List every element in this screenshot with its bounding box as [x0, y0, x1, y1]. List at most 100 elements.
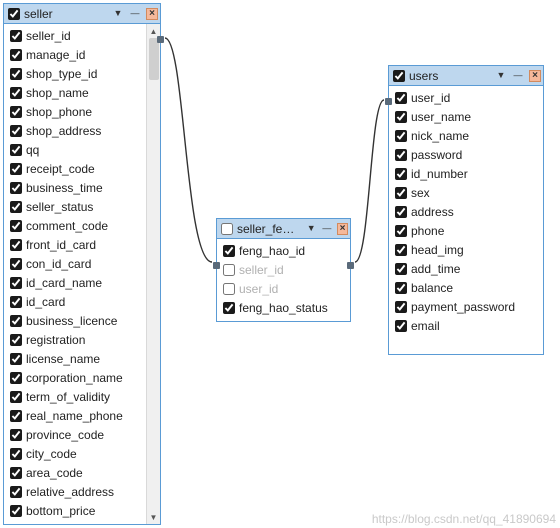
column-row[interactable]: password: [391, 145, 541, 164]
column-row[interactable]: id_number: [391, 164, 541, 183]
column-checkbox[interactable]: [395, 168, 407, 180]
column-row[interactable]: area_code: [6, 463, 144, 482]
column-checkbox[interactable]: [395, 111, 407, 123]
column-row[interactable]: bottom_price: [6, 501, 144, 520]
column-row[interactable]: manage_id: [6, 45, 144, 64]
column-row[interactable]: registration: [6, 330, 144, 349]
column-checkbox[interactable]: [10, 296, 22, 308]
column-row[interactable]: shop_address: [6, 121, 144, 140]
column-row[interactable]: feng_hao_id: [219, 241, 348, 260]
column-checkbox[interactable]: [223, 245, 235, 257]
column-checkbox[interactable]: [10, 106, 22, 118]
column-row[interactable]: city_code: [6, 444, 144, 463]
column-checkbox[interactable]: [395, 263, 407, 275]
entity-enable-checkbox[interactable]: [221, 223, 233, 235]
column-row[interactable]: business_time: [6, 178, 144, 197]
column-row[interactable]: address: [391, 202, 541, 221]
column-row[interactable]: comment_code: [6, 216, 144, 235]
relation-port[interactable]: [213, 262, 220, 269]
entity-enable-checkbox[interactable]: [393, 70, 405, 82]
scrollbar[interactable]: ▲▼: [146, 24, 160, 524]
column-row[interactable]: user_id: [219, 279, 348, 298]
dropdown-icon[interactable]: ▼: [495, 70, 507, 82]
column-row[interactable]: user_name: [391, 107, 541, 126]
column-checkbox[interactable]: [10, 315, 22, 327]
column-row[interactable]: email: [391, 316, 541, 335]
close-button[interactable]: ×: [529, 70, 541, 82]
column-checkbox[interactable]: [10, 277, 22, 289]
scroll-track[interactable]: [147, 38, 161, 510]
column-row[interactable]: id_card_name: [6, 273, 144, 292]
column-checkbox[interactable]: [395, 130, 407, 142]
column-row[interactable]: seller_id: [6, 26, 144, 45]
column-row[interactable]: business_licence: [6, 311, 144, 330]
column-row[interactable]: user_id: [391, 88, 541, 107]
column-checkbox[interactable]: [395, 225, 407, 237]
column-checkbox[interactable]: [10, 30, 22, 42]
column-row[interactable]: add_time: [391, 259, 541, 278]
entity-users[interactable]: users▼—×user_iduser_namenick_namepasswor…: [388, 65, 544, 355]
column-checkbox[interactable]: [10, 258, 22, 270]
dropdown-icon[interactable]: ▼: [112, 8, 124, 20]
column-row[interactable]: province_code: [6, 425, 144, 444]
minimize-button[interactable]: —: [129, 8, 141, 20]
entity-seller[interactable]: seller▼—×seller_idmanage_idshop_type_ids…: [3, 3, 161, 525]
dropdown-icon[interactable]: ▼: [306, 223, 317, 235]
column-row[interactable]: seller_status: [6, 197, 144, 216]
column-row[interactable]: payment_password: [391, 297, 541, 316]
column-checkbox[interactable]: [10, 486, 22, 498]
column-row[interactable]: shop_type_id: [6, 64, 144, 83]
column-checkbox[interactable]: [10, 201, 22, 213]
column-row[interactable]: sex: [391, 183, 541, 202]
column-checkbox[interactable]: [10, 125, 22, 137]
entity-seller_feng_h[interactable]: seller_feng_h▼—×feng_hao_idseller_iduser…: [216, 218, 351, 322]
column-checkbox[interactable]: [223, 283, 235, 295]
column-checkbox[interactable]: [10, 448, 22, 460]
entity-titlebar[interactable]: seller_feng_h▼—×: [217, 219, 350, 239]
column-checkbox[interactable]: [223, 302, 235, 314]
column-checkbox[interactable]: [10, 334, 22, 346]
column-checkbox[interactable]: [10, 220, 22, 232]
column-checkbox[interactable]: [223, 264, 235, 276]
entity-titlebar[interactable]: users▼—×: [389, 66, 543, 86]
column-checkbox[interactable]: [395, 149, 407, 161]
column-checkbox[interactable]: [395, 301, 407, 313]
column-row[interactable]: shop_phone: [6, 102, 144, 121]
close-button[interactable]: ×: [146, 8, 158, 20]
column-row[interactable]: receipt_code: [6, 159, 144, 178]
column-row[interactable]: phone: [391, 221, 541, 240]
column-checkbox[interactable]: [10, 505, 22, 517]
scroll-thumb[interactable]: [149, 38, 159, 80]
column-row[interactable]: nick_name: [391, 126, 541, 145]
column-checkbox[interactable]: [10, 353, 22, 365]
column-checkbox[interactable]: [10, 239, 22, 251]
column-row[interactable]: term_of_validity: [6, 387, 144, 406]
column-checkbox[interactable]: [395, 244, 407, 256]
column-row[interactable]: license_name: [6, 349, 144, 368]
column-row[interactable]: id_card: [6, 292, 144, 311]
relation-port[interactable]: [385, 98, 392, 105]
minimize-button[interactable]: —: [512, 70, 524, 82]
relation-port[interactable]: [157, 36, 164, 43]
column-row[interactable]: relative_address: [6, 482, 144, 501]
column-row[interactable]: feng_hao_status: [219, 298, 348, 317]
column-row[interactable]: balance: [391, 278, 541, 297]
column-row[interactable]: corporation_name: [6, 368, 144, 387]
column-checkbox[interactable]: [395, 92, 407, 104]
column-checkbox[interactable]: [10, 391, 22, 403]
column-checkbox[interactable]: [395, 282, 407, 294]
column-row[interactable]: qq: [6, 140, 144, 159]
column-row[interactable]: head_img: [391, 240, 541, 259]
column-checkbox[interactable]: [10, 87, 22, 99]
column-checkbox[interactable]: [10, 68, 22, 80]
scroll-down-icon[interactable]: ▼: [147, 510, 161, 524]
relation-port[interactable]: [347, 262, 354, 269]
column-checkbox[interactable]: [10, 144, 22, 156]
column-row[interactable]: shop_name: [6, 83, 144, 102]
entity-titlebar[interactable]: seller▼—×: [4, 4, 160, 24]
column-row[interactable]: con_id_card: [6, 254, 144, 273]
column-checkbox[interactable]: [395, 187, 407, 199]
column-row[interactable]: real_name_phone: [6, 406, 144, 425]
column-checkbox[interactable]: [395, 320, 407, 332]
column-checkbox[interactable]: [10, 467, 22, 479]
